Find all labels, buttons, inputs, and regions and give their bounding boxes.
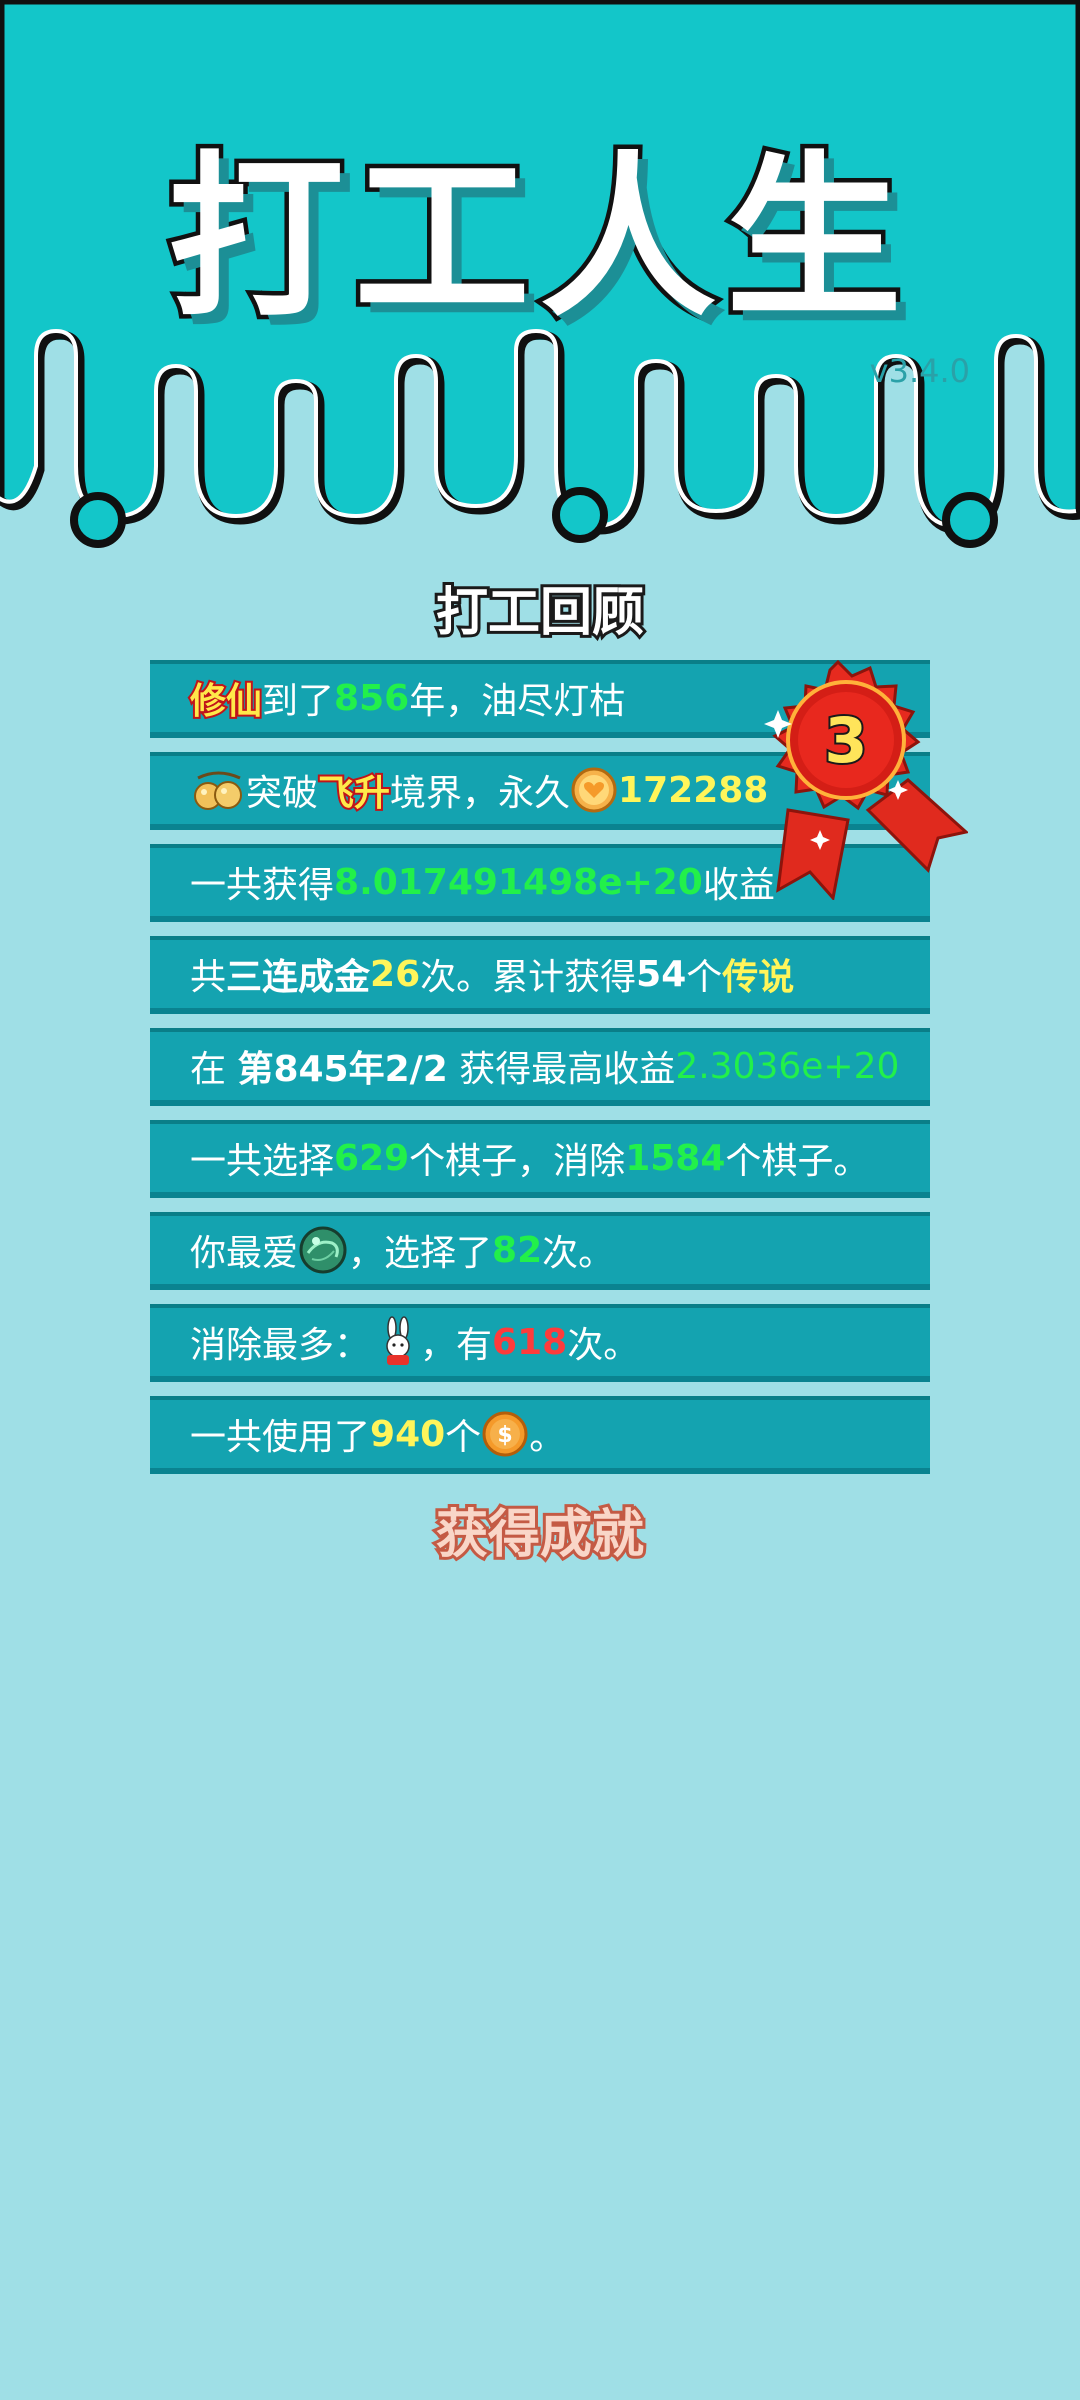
text: 消除最多：	[190, 1325, 371, 1366]
cleared-count: 1584	[625, 1137, 726, 1179]
text: 突破	[246, 773, 319, 814]
svg-text:$: $	[498, 1423, 513, 1448]
twin-peaches-icon	[194, 771, 242, 810]
rabbit-icon	[386, 1316, 410, 1365]
text: 个棋子。	[725, 1141, 870, 1182]
years-value: 856	[334, 677, 410, 719]
review-section-title: 打工回顾	[433, 580, 647, 646]
text: 获得最高收益	[447, 1049, 676, 1090]
rank-number: 3	[824, 704, 867, 777]
cultivation-tag: 修仙	[188, 679, 264, 724]
text: ，有	[420, 1325, 493, 1366]
stat-row-coins-used: 一共使用了 940 个 $ 。	[150, 1396, 930, 1474]
combo-name: 三连成金	[226, 957, 371, 998]
green-jade-orb-icon	[299, 1226, 347, 1274]
stat-row-favorite: 你最爱 ，选择了 82 次。	[150, 1212, 930, 1290]
ascension-tag: 飞升	[316, 771, 392, 816]
stat-row-most-cleared: 消除最多： ，有 618 次。	[150, 1304, 930, 1382]
red-ribbon-rosette-icon: 3	[764, 660, 968, 900]
most-cleared-count: 618	[492, 1321, 568, 1363]
stat-row-peak-income: 在 第845年2/2 获得最高收益 2.3036e+20	[150, 1028, 930, 1106]
text: 个	[445, 1417, 482, 1458]
text: 境界，永久	[390, 773, 571, 814]
legend-label: 传说	[722, 957, 795, 998]
text: 次。	[542, 1233, 615, 1274]
text: 到了	[262, 681, 335, 722]
coins-used-count: 940	[370, 1413, 446, 1455]
app-title: 打工人生	[163, 132, 912, 346]
favorite-count: 82	[492, 1229, 543, 1271]
text: 一共选择	[190, 1141, 335, 1182]
text: 一共使用了	[190, 1417, 371, 1458]
text: 。	[529, 1417, 566, 1458]
text: 次。累计获得	[420, 957, 637, 998]
gold-heart-coin-icon	[571, 767, 617, 813]
text: 个	[686, 957, 723, 998]
dollar-coin-icon: $	[482, 1411, 528, 1457]
text: ，选择了	[348, 1233, 493, 1274]
text: 你最爱	[190, 1233, 299, 1274]
legend-count: 54	[636, 953, 687, 995]
peak-income-value: 2.3036e+20	[675, 1045, 900, 1087]
version-label: v3.4.0	[869, 352, 970, 390]
text: 个棋子，消除	[409, 1141, 626, 1182]
peak-time: 第845年2/2	[237, 1049, 448, 1090]
text: 在	[190, 1049, 238, 1090]
text: 一共获得	[190, 865, 335, 906]
achievements-heading[interactable]: 获得成就	[0, 1492, 1080, 1568]
chosen-count: 629	[334, 1137, 410, 1179]
stat-row-pieces: 一共选择 629 个棋子，消除 1584 个棋子。	[150, 1120, 930, 1198]
total-income-value: 8.017491498e+20	[334, 861, 703, 903]
text: 次。	[567, 1325, 640, 1366]
text: 共	[190, 957, 227, 998]
combo-count: 26	[370, 953, 421, 995]
text: 年，油尽灯枯	[409, 681, 626, 722]
stat-row-combos: 共 三连成金 26 次。累计获得 54 个 传说	[150, 936, 930, 1014]
